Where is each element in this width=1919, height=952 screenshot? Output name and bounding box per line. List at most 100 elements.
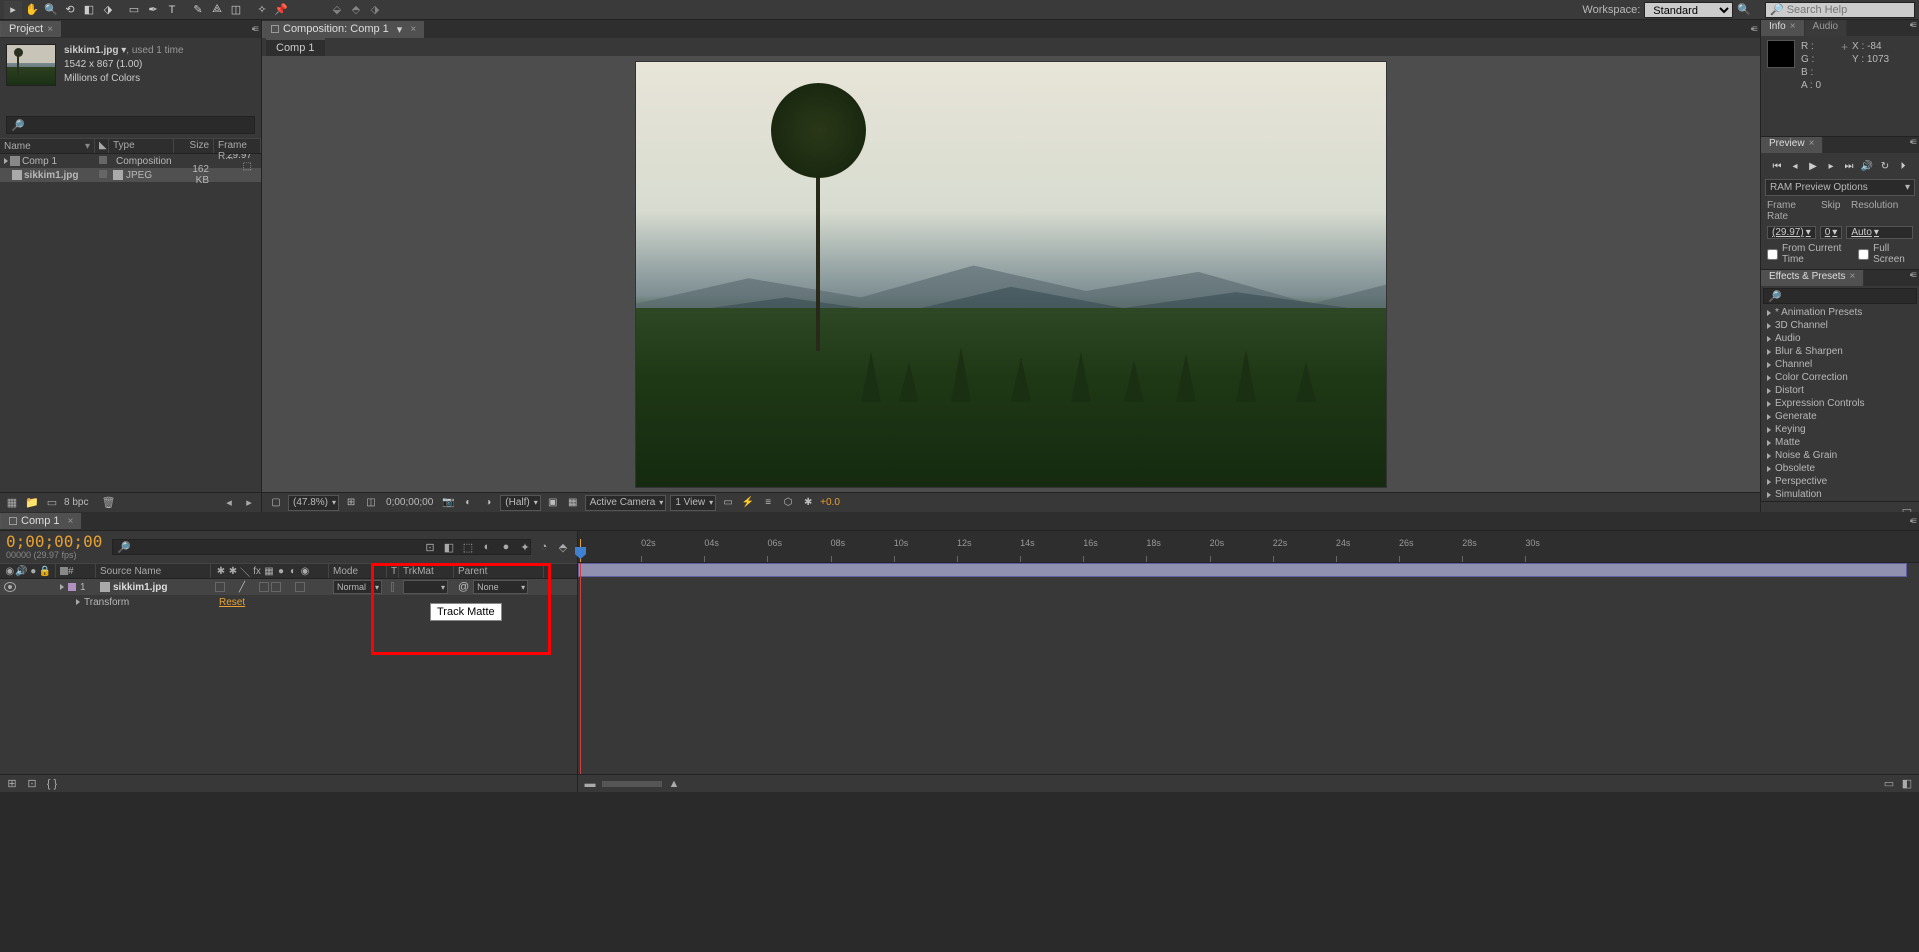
- timeline-track-area[interactable]: 02s04s06s08s10s12s14s16s18s20s22s24s26s2…: [578, 531, 1919, 792]
- expand-icon[interactable]: [1767, 362, 1771, 368]
- timeline-tab[interactable]: Comp 1 ×: [0, 513, 81, 529]
- toggle-parent-icon[interactable]: { }: [44, 776, 60, 792]
- comp-mini-flowchart-icon[interactable]: ⊡: [422, 539, 438, 555]
- label-col-header[interactable]: #: [56, 564, 96, 578]
- close-icon[interactable]: ×: [410, 24, 416, 35]
- panel-menu-icon[interactable]: ▪≡: [1906, 516, 1919, 527]
- expand-icon[interactable]: [1767, 466, 1771, 472]
- camera-tool[interactable]: ◧: [80, 1, 98, 19]
- from-current-checkbox[interactable]: [1767, 249, 1778, 260]
- color-mgmt-icon[interactable]: ◑: [480, 496, 496, 510]
- close-icon[interactable]: ×: [1809, 138, 1815, 149]
- panel-menu-icon[interactable]: ▪≡: [1906, 20, 1919, 36]
- effects-category[interactable]: 3D Channel: [1761, 319, 1919, 332]
- expand-icon[interactable]: [1767, 479, 1771, 485]
- timeline-icon[interactable]: ≡: [760, 496, 776, 510]
- text-tool[interactable]: T: [163, 1, 181, 19]
- effects-category[interactable]: Noise & Grain: [1761, 449, 1919, 462]
- close-icon[interactable]: ×: [47, 24, 53, 35]
- effects-category[interactable]: Color Correction: [1761, 371, 1919, 384]
- mode-header[interactable]: Mode: [329, 564, 387, 578]
- resolution-dropdown[interactable]: (Half): [500, 495, 540, 511]
- project-search[interactable]: 🔎: [6, 116, 255, 134]
- expand-icon[interactable]: [1767, 375, 1771, 381]
- ram-preview-options[interactable]: RAM Preview Options: [1765, 179, 1915, 196]
- close-icon[interactable]: ×: [68, 516, 74, 527]
- trkmat-dropdown[interactable]: [403, 580, 448, 594]
- zoom-slider[interactable]: [602, 781, 662, 787]
- layer-switches-header[interactable]: ✱✱＼fx▦●◐◉: [211, 564, 329, 578]
- 3d-switch[interactable]: [295, 582, 305, 592]
- bpc-label[interactable]: 8 bpc: [64, 497, 88, 508]
- reset-exposure-icon[interactable]: ✱: [800, 496, 816, 510]
- camera-dropdown[interactable]: Active Camera: [585, 495, 667, 511]
- composition-title-tab[interactable]: Composition: Comp 1 ▾ ×: [262, 21, 424, 38]
- effects-category[interactable]: Generate: [1761, 410, 1919, 423]
- rect-tool[interactable]: ▭: [125, 1, 143, 19]
- effects-category[interactable]: Distort: [1761, 384, 1919, 397]
- collapse-switch[interactable]: ╱: [239, 582, 245, 593]
- delete-icon[interactable]: 🗑: [100, 495, 116, 511]
- panel-menu-icon[interactable]: ▪≡: [1747, 24, 1760, 35]
- fx-switch[interactable]: [271, 582, 281, 592]
- resolution-field[interactable]: Auto: [1846, 226, 1913, 239]
- snap-icon[interactable]: ⬙: [328, 1, 346, 19]
- roto-tool[interactable]: ✧: [253, 1, 271, 19]
- expand-icon[interactable]: [1767, 388, 1771, 394]
- project-search-input[interactable]: [25, 120, 250, 131]
- t-header[interactable]: T: [387, 564, 399, 578]
- hand-tool[interactable]: ✋: [23, 1, 41, 19]
- brush-tool[interactable]: ✎: [189, 1, 207, 19]
- effects-category[interactable]: Blur & Sharpen: [1761, 345, 1919, 358]
- selection-tool[interactable]: ▸: [4, 1, 22, 19]
- fast-preview-icon[interactable]: ⚡: [740, 496, 756, 510]
- workspace-search-icon[interactable]: 🔍: [1737, 3, 1751, 16]
- expand-icon[interactable]: [1767, 414, 1771, 420]
- always-preview-icon[interactable]: ▢: [268, 496, 284, 510]
- draft-3d-icon[interactable]: ◧: [441, 539, 457, 555]
- pan-behind-tool[interactable]: ⬗: [99, 1, 117, 19]
- blend-mode-dropdown[interactable]: Normal: [333, 580, 382, 594]
- effects-search-input[interactable]: [1782, 291, 1912, 302]
- col-name[interactable]: Name▾: [0, 139, 95, 153]
- puppet-tool[interactable]: 📌: [272, 1, 290, 19]
- exposure-value[interactable]: +0.0: [820, 497, 840, 508]
- panel-menu-icon[interactable]: ▪≡: [1906, 137, 1919, 153]
- eraser-tool[interactable]: ◫: [227, 1, 245, 19]
- effects-category[interactable]: Matte: [1761, 436, 1919, 449]
- preview-tab[interactable]: Preview×: [1761, 137, 1823, 153]
- pixel-ar-icon[interactable]: ▭: [720, 496, 736, 510]
- pickwhip-icon[interactable]: @: [458, 581, 469, 593]
- effects-category[interactable]: * Animation Presets: [1761, 306, 1919, 319]
- skip-field[interactable]: 0: [1820, 226, 1843, 239]
- view-layout-dropdown[interactable]: 1 View: [670, 495, 716, 511]
- info-tab[interactable]: Info×: [1761, 20, 1805, 36]
- roi-icon[interactable]: ▣: [545, 496, 561, 510]
- effects-category[interactable]: Channel: [1761, 358, 1919, 371]
- shy-switch[interactable]: [215, 582, 225, 592]
- loop-button[interactable]: ↻: [1877, 159, 1893, 173]
- panel-menu-icon[interactable]: ▪≡: [248, 24, 261, 35]
- rotate-tool[interactable]: ⟲: [61, 1, 79, 19]
- toggle-mask-icon[interactable]: ◫: [363, 496, 379, 510]
- timeline-layer[interactable]: 1 sikkim1.jpg ╱ Normal: [0, 579, 577, 595]
- audio-button[interactable]: 🔊: [1859, 159, 1875, 173]
- close-icon[interactable]: ×: [1850, 271, 1856, 282]
- hide-shy-icon[interactable]: ⬚: [460, 539, 476, 555]
- source-name-header[interactable]: Source Name: [96, 564, 211, 578]
- comp-button[interactable]: ▭: [1881, 776, 1897, 792]
- effects-category[interactable]: Audio: [1761, 332, 1919, 345]
- expand-icon[interactable]: [1767, 401, 1771, 407]
- effects-tab[interactable]: Effects & Presets×: [1761, 270, 1864, 286]
- effects-category[interactable]: Simulation: [1761, 488, 1919, 501]
- dropdown-icon[interactable]: ▾: [397, 23, 403, 36]
- expand-icon[interactable]: [1767, 310, 1771, 316]
- clone-tool[interactable]: ⟁: [208, 1, 226, 19]
- preserve-transparency[interactable]: [391, 582, 394, 592]
- effects-category[interactable]: Perspective: [1761, 475, 1919, 488]
- full-screen-checkbox[interactable]: [1858, 249, 1869, 260]
- effects-category[interactable]: Obsolete: [1761, 462, 1919, 475]
- pen-tool[interactable]: ✒: [144, 1, 162, 19]
- prev-frame-button[interactable]: ◂: [1787, 159, 1803, 173]
- search-help-input[interactable]: [1787, 4, 1910, 16]
